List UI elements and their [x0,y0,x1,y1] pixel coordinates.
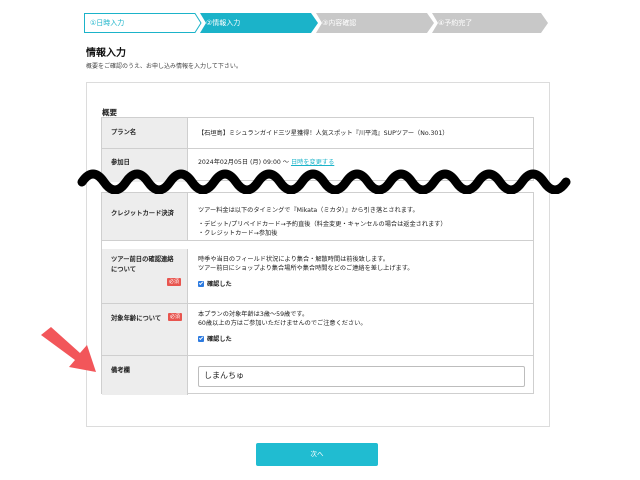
checkbox-checked-icon[interactable] [198,336,204,342]
step-label: ③内容確認 [322,19,357,27]
notes-textarea[interactable]: しまんちゅ [198,366,525,387]
notes-label: 備考欄 [111,367,130,374]
summary-table-bottom: クレジットカード決済 ツアー料金は以下のタイミングで『Mikata（ミカタ）』か… [101,192,534,395]
step-label: ①日時入力 [90,19,125,27]
contact-line: ツアー前日にショップより集合場所や集合時間などのご連絡を差し上げます。 [198,265,414,272]
checkbox-checked-icon[interactable] [198,281,204,287]
step-confirm: ③内容確認 [316,13,434,33]
page-title: 情報入力 [86,48,126,59]
payment-label: クレジットカード決済 [111,210,174,217]
table-row-plan: プラン名 【石垣島】ミシュランガイド三ツ星獲得！人気スポット『川平湾』SUPツア… [102,118,533,149]
table-row-age: 対象年齢について 必須 本プランの対象年齢は3歳〜59歳です。 60歳以上の方は… [102,304,533,356]
age-label: 対象年齢について [111,315,162,322]
next-button[interactable]: 次へ [256,443,378,466]
step-info-input: ②情報入力 [200,13,318,33]
age-line: 60歳以上の方はご参加いただけませんのでご注意ください。 [198,320,367,327]
contact-confirm-checkbox[interactable]: 確認した [198,279,232,288]
step-label: ④予約完了 [438,19,473,27]
required-badge: 必須 [168,313,183,321]
payment-line: ・クレジットカード→参加後 [198,230,278,237]
table-row-payment: クレジットカード決済 ツアー料金は以下のタイミングで『Mikata（ミカタ）』か… [102,193,533,241]
table-row-contact: ツアー前日の確認連絡 について 必須 時季や当日のフィールド状況により集合・解散… [102,249,533,304]
wavy-cut-line [77,169,571,194]
plan-value: 【石垣島】ミシュランガイド三ツ星獲得！人気スポット『川平湾』SUPツアー（No.… [198,130,449,137]
plan-label: プラン名 [111,129,137,136]
payment-line: ツアー料金は以下のタイミングで『Mikata（ミカタ）』から引き落とされます。 [198,207,419,214]
step-datetime: ①日時入力 [84,13,202,33]
contact-label: ツアー前日の確認連絡 について [111,256,174,274]
required-badge: 必須 [167,278,182,286]
pointer-arrow-icon [41,327,96,372]
table-row-notes: 備考欄 しまんちゅ [102,356,533,395]
step-label: ②情報入力 [206,19,241,27]
page-subtitle: 概要をご確認のうえ、お申し込み情報を入力して下さい。 [86,63,242,70]
step-complete: ④予約完了 [432,13,548,33]
age-confirm-checkbox[interactable]: 確認した [198,334,232,343]
progress-stepper: ①日時入力 ②情報入力 ③内容確認 ④予約完了 [84,13,548,33]
